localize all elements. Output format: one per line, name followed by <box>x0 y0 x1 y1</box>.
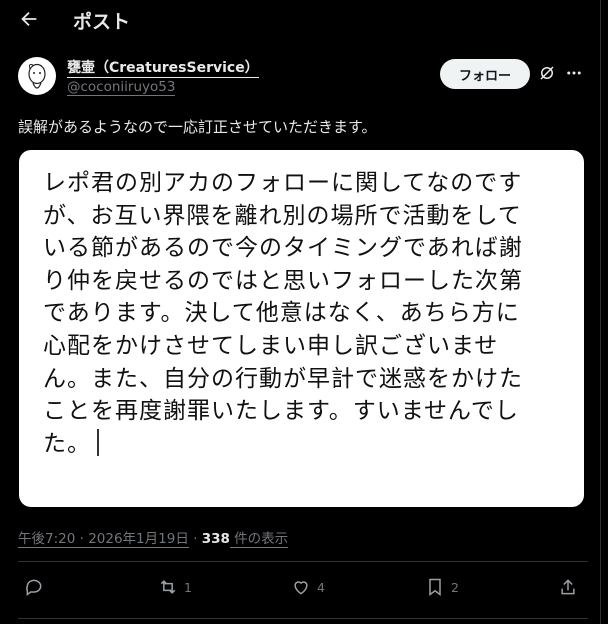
text-caret <box>97 428 99 456</box>
image-text: レポ君の別アカのフォローに関してなのです が、お互い界隈を離れ別の場所で活動をし… <box>43 167 563 460</box>
post-text: 誤解があるようなので一応訂正させていただきます。 <box>18 118 377 136</box>
bookmark-count: 2 <box>451 579 459 595</box>
image-line: ん。また、自分の行動が早計で迷惑をかけた <box>43 365 523 392</box>
image-line: レポ君の別アカのフォローに関してなのです <box>43 170 523 196</box>
heart-icon <box>294 581 308 595</box>
page-title: ポスト <box>73 11 131 33</box>
grok-icon[interactable] <box>538 64 556 82</box>
views-label[interactable]: 件の表示 <box>229 531 289 548</box>
avatar[interactable] <box>18 57 56 95</box>
like-button[interactable]: 4 <box>291 577 325 597</box>
post-meta: 午後7:20 · 2026年1月19日 · 338 件の表示 <box>18 527 289 548</box>
image-line: ことを再度謝罪いたします。すいませんでし <box>43 398 519 425</box>
divider <box>18 618 588 619</box>
reply-button[interactable] <box>24 577 50 597</box>
image-line-last: た。 <box>43 428 563 461</box>
header: ポスト <box>0 0 600 40</box>
repost-button[interactable]: 1 <box>158 577 192 597</box>
bookmark-button[interactable]: 2 <box>425 577 459 597</box>
author-handle[interactable]: @coconiiruyo53 <box>67 80 176 96</box>
post-timestamp[interactable]: 午後7:20 · 2026年1月19日 <box>18 531 189 548</box>
image-line: た。 <box>43 430 91 457</box>
image-line: り仲を戻せるのではと思いフォローした次第 <box>43 267 523 294</box>
image-line: 心配をかけさせてしまい申し訳ございませ <box>43 332 499 359</box>
avatar-drawing <box>28 63 46 89</box>
author-display-name[interactable]: 甕壷（CreaturesService） <box>67 60 259 78</box>
post-image[interactable]: レポ君の別アカのフォローに関してなのです が、お互い界隈を離れ別の場所で活動をし… <box>19 150 584 507</box>
column-border <box>600 0 601 624</box>
reply-icon <box>26 579 42 596</box>
bookmark-icon <box>429 578 441 596</box>
repost-icon <box>160 580 176 594</box>
image-line: いる節があるので今のタイミングであれば謝 <box>43 235 523 262</box>
arrow-left-icon[interactable] <box>18 8 40 30</box>
follow-button[interactable]: フォロー <box>440 59 530 89</box>
meta-separator: · <box>188 531 202 547</box>
share-button[interactable] <box>558 577 578 597</box>
image-line: であります。決して他意はなく、あちら方に <box>43 300 520 327</box>
like-count: 4 <box>317 579 325 595</box>
share-icon <box>561 579 575 595</box>
more-dots-icon[interactable] <box>564 64 584 82</box>
repost-count: 1 <box>184 579 192 595</box>
image-line: が、お互い界隈を離れ別の場所で活動をして <box>43 202 522 229</box>
divider <box>18 561 588 562</box>
view-count: 338 <box>201 531 230 547</box>
